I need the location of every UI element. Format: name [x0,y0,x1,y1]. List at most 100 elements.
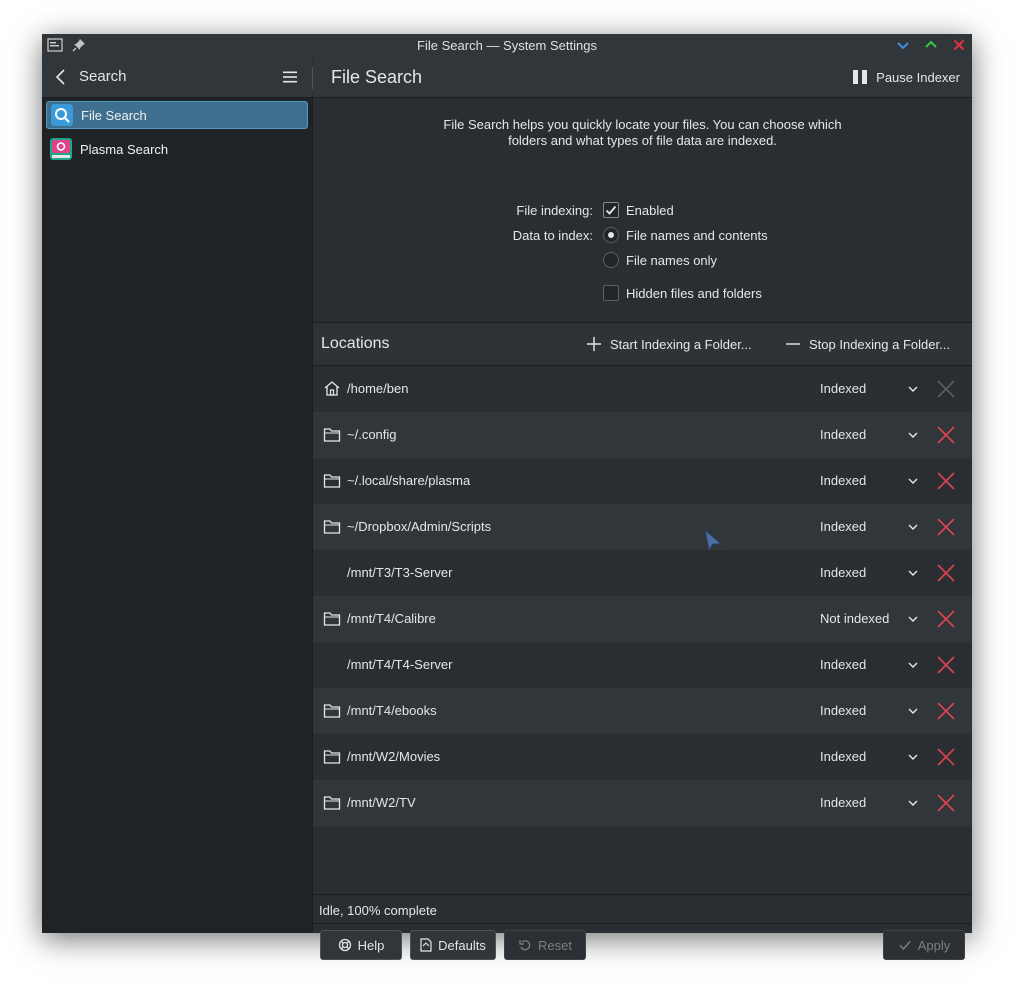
remove-location-icon[interactable] [936,517,956,537]
location-status[interactable]: Indexed [820,473,866,488]
location-path: /mnt/T3/T3-Server [347,565,453,580]
folder-icon [323,796,341,810]
locations-header: Locations Start Indexing a Folder... Sto… [313,323,972,365]
location-row[interactable]: /mnt/T3/T3-Server Indexed [313,550,972,596]
window-title: File Search — System Settings [417,38,597,53]
chevron-down-icon[interactable] [907,705,919,717]
location-status[interactable]: Indexed [820,519,866,534]
location-status[interactable]: Not indexed [820,611,889,626]
title-bar[interactable]: File Search — System Settings [42,34,972,57]
chevron-down-icon[interactable] [907,613,919,625]
file-search-page: File Search helps you quickly locate you… [313,98,972,960]
pause-indexer-label: Pause Indexer [876,69,960,85]
status-separator [313,894,972,895]
enabled-label[interactable]: Enabled [626,203,674,218]
chevron-down-icon[interactable] [907,429,919,441]
location-path: ~/Dropbox/Admin/Scripts [347,519,492,534]
reset-label: Reset [538,937,572,953]
location-path: ~/.local/share/plasma [347,473,471,488]
chevron-down-icon[interactable] [907,751,919,763]
minimize-icon[interactable] [895,37,911,53]
sidebar-item-label: Plasma Search [80,141,169,157]
hamburger-menu-icon[interactable] [282,69,298,85]
location-status[interactable]: Indexed [820,703,866,718]
location-status[interactable]: Indexed [820,381,866,396]
undo-icon [519,940,531,951]
pause-indexer-button[interactable]: Pause Indexer [852,64,960,90]
footer-separator [313,923,972,924]
reset-button[interactable]: Reset [504,930,586,960]
sidebar-header: Search [42,57,312,98]
folder-icon [323,750,341,764]
remove-location-icon[interactable] [936,655,956,675]
sidebar-item-file-search[interactable]: File Search [46,101,308,129]
page-description: File Search helps you quickly locate you… [443,117,842,148]
chevron-down-icon[interactable] [907,659,919,671]
remove-location-icon[interactable] [936,425,956,445]
apply-button[interactable]: Apply [883,930,965,960]
remove-location-icon[interactable] [936,379,956,399]
hidden-files-label[interactable]: Hidden files and folders [626,286,762,301]
names-only-radio[interactable] [603,252,619,268]
start-indexing-label: Start Indexing a Folder... [610,336,752,352]
help-button[interactable]: Help [320,930,402,960]
file-indexing-label: File indexing: [516,203,593,218]
page-header: File Search Pause Indexer [313,57,972,98]
sidebar: File Search Plasma Search [42,98,312,933]
document-icon [420,938,432,952]
remove-location-icon[interactable] [936,563,956,583]
location-row[interactable]: /mnt/W2/TV Indexed [313,780,972,826]
start-indexing-button[interactable]: Start Indexing a Folder... [586,336,752,352]
stop-indexing-button[interactable]: Stop Indexing a Folder... [785,336,950,352]
remove-location-icon[interactable] [936,747,956,767]
check-icon [899,941,911,951]
back-arrow-icon[interactable] [54,68,68,86]
location-status[interactable]: Indexed [820,795,866,810]
apply-label: Apply [917,937,951,953]
chevron-down-icon[interactable] [907,383,919,395]
minus-icon [786,343,800,345]
chevron-down-icon[interactable] [907,797,919,809]
remove-location-icon[interactable] [936,471,956,491]
remove-location-icon[interactable] [936,609,956,629]
page-title: File Search [331,67,423,87]
checkmark-icon [605,205,617,215]
location-path: /mnt/T4/ebooks [347,703,437,718]
chevron-down-icon[interactable] [907,475,919,487]
location-row[interactable]: ~/Dropbox/Admin/Scripts Indexed [313,504,972,550]
hidden-files-checkbox[interactable] [603,285,619,301]
plus-icon [587,337,601,351]
names-and-contents-label[interactable]: File names and contents [626,228,768,243]
names-and-contents-radio[interactable] [603,227,619,243]
location-path: /mnt/T4/Calibre [347,611,436,626]
back-button[interactable]: Search [79,68,127,85]
defaults-button[interactable]: Defaults [410,930,496,960]
location-row[interactable]: /mnt/T4/T4-Server Indexed [313,642,972,688]
enabled-checkbox[interactable] [603,202,619,218]
data-to-index-label: Data to index: [512,228,593,243]
location-status[interactable]: Indexed [820,657,866,672]
location-row[interactable]: /home/ben Indexed [313,366,972,412]
folder-icon [323,428,341,442]
maximize-icon[interactable] [923,37,939,53]
location-status[interactable]: Indexed [820,565,866,580]
home-icon [324,381,340,396]
location-row[interactable]: ~/.config Indexed [313,412,972,458]
close-icon[interactable] [951,37,967,53]
sidebar-item-label: File Search [81,107,147,123]
location-row[interactable]: /mnt/T4/Calibre Not indexed [313,596,972,642]
names-only-label[interactable]: File names only [626,253,717,268]
location-status[interactable]: Indexed [820,427,866,442]
location-status[interactable]: Indexed [820,749,866,764]
remove-location-icon[interactable] [936,793,956,813]
chevron-down-icon[interactable] [907,567,919,579]
chevron-down-icon[interactable] [907,521,919,533]
location-row[interactable]: /mnt/T4/ebooks Indexed [313,688,972,734]
location-row[interactable]: /mnt/W2/Movies Indexed [313,734,972,780]
remove-location-icon[interactable] [936,701,956,721]
location-row[interactable]: ~/.local/share/plasma Indexed [313,458,972,504]
indexer-status: Idle, 100% complete [319,903,437,918]
mouse-cursor-icon [704,528,723,552]
stop-indexing-label: Stop Indexing a Folder... [809,336,950,352]
sidebar-item-plasma-search[interactable]: Plasma Search [46,135,308,163]
